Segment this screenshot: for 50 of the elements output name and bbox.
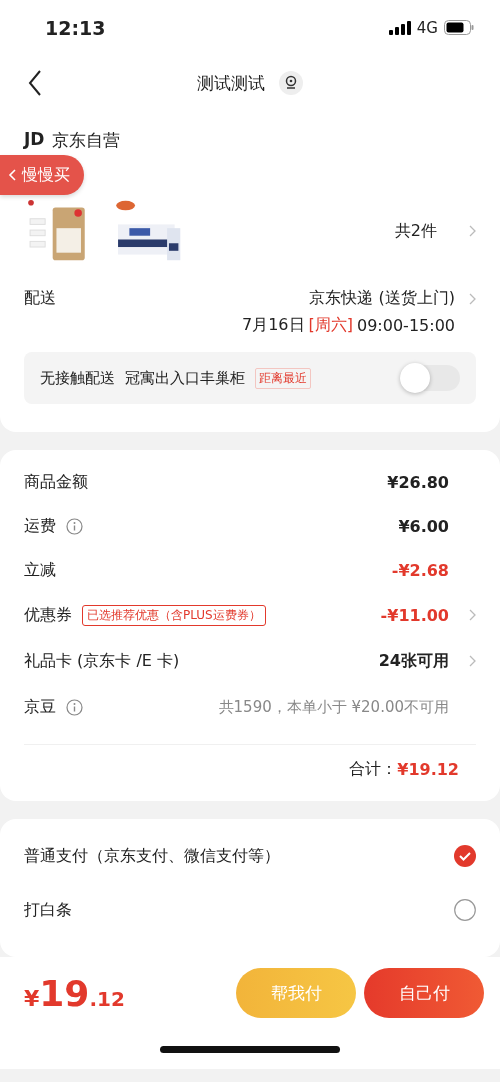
store-name: 京东自营 — [52, 129, 121, 152]
back-icon[interactable] — [28, 70, 42, 96]
delivery-method: 京东快递 (送货上门) — [309, 288, 455, 309]
delivery-date: 7月16日 — [241, 315, 305, 336]
chevron-right-icon[interactable] — [469, 292, 476, 305]
total-label: 合计： — [349, 758, 398, 780]
network-label: 4G — [416, 18, 438, 37]
nearest-tag: 距离最近 — [255, 367, 311, 389]
total-value: ¥19.12 — [397, 759, 459, 779]
info-icon[interactable] — [66, 517, 83, 535]
locker-location: 冠寓出入口丰巢柜 — [125, 368, 245, 388]
location-pin-icon[interactable] — [279, 71, 303, 95]
status-time: 12:13 — [45, 16, 106, 39]
fee-value: ¥26.80 — [387, 472, 449, 492]
payment-option[interactable]: 普通支付（京东支付、微信支付等） — [24, 845, 280, 867]
fee-value: 24张可用 — [378, 650, 449, 672]
chevron-right-icon[interactable] — [469, 655, 476, 667]
fee-label: 礼品卡 (京东卡 /E 卡) — [24, 650, 180, 672]
fee-label: 运费 — [24, 515, 56, 537]
chevron-right-icon[interactable] — [469, 609, 476, 621]
chevron-left-icon — [8, 169, 16, 181]
contactless-toggle[interactable] — [400, 365, 460, 391]
fee-value: -¥2.68 — [391, 560, 449, 580]
radio-icon[interactable] — [454, 899, 476, 921]
fee-label: 立减 — [24, 559, 56, 581]
floating-tag[interactable]: 慢慢买 — [0, 155, 84, 195]
fee-label: 商品金额 — [24, 471, 88, 493]
contactless-label: 无接触配送 — [40, 368, 115, 388]
info-icon[interactable] — [66, 698, 83, 716]
delivery-time: 09:00-15:00 — [357, 316, 455, 335]
fee-label: 优惠券 — [24, 604, 72, 626]
delivery-label: 配送 — [24, 288, 56, 309]
fee-label: 京豆 — [24, 696, 56, 718]
fee-value: 共1590，本单小于 ¥20.00不可用 — [218, 697, 449, 717]
chevron-right-icon[interactable] — [469, 225, 476, 237]
fee-value: -¥11.00 — [380, 605, 449, 625]
battery-icon — [444, 20, 474, 35]
page-title: 测试测试 — [197, 71, 265, 95]
signal-icon — [388, 20, 411, 35]
price-decimal: .12 — [89, 986, 125, 1011]
delivery-weekday: [周六] — [308, 315, 353, 336]
checked-radio-icon[interactable] — [454, 845, 476, 867]
coupon-tag: 已选推荐优惠（含PLUS运费券） — [82, 604, 266, 626]
pay-button[interactable]: 自己付 — [364, 968, 484, 1018]
payment-option[interactable]: 打白条 — [24, 899, 72, 921]
price-currency: ¥ — [24, 985, 40, 1011]
fee-value: ¥6.00 — [398, 516, 449, 536]
store-logo: JD — [24, 129, 45, 151]
price-integer: 19 — [39, 972, 90, 1014]
item-count: 共2件 — [394, 220, 437, 242]
